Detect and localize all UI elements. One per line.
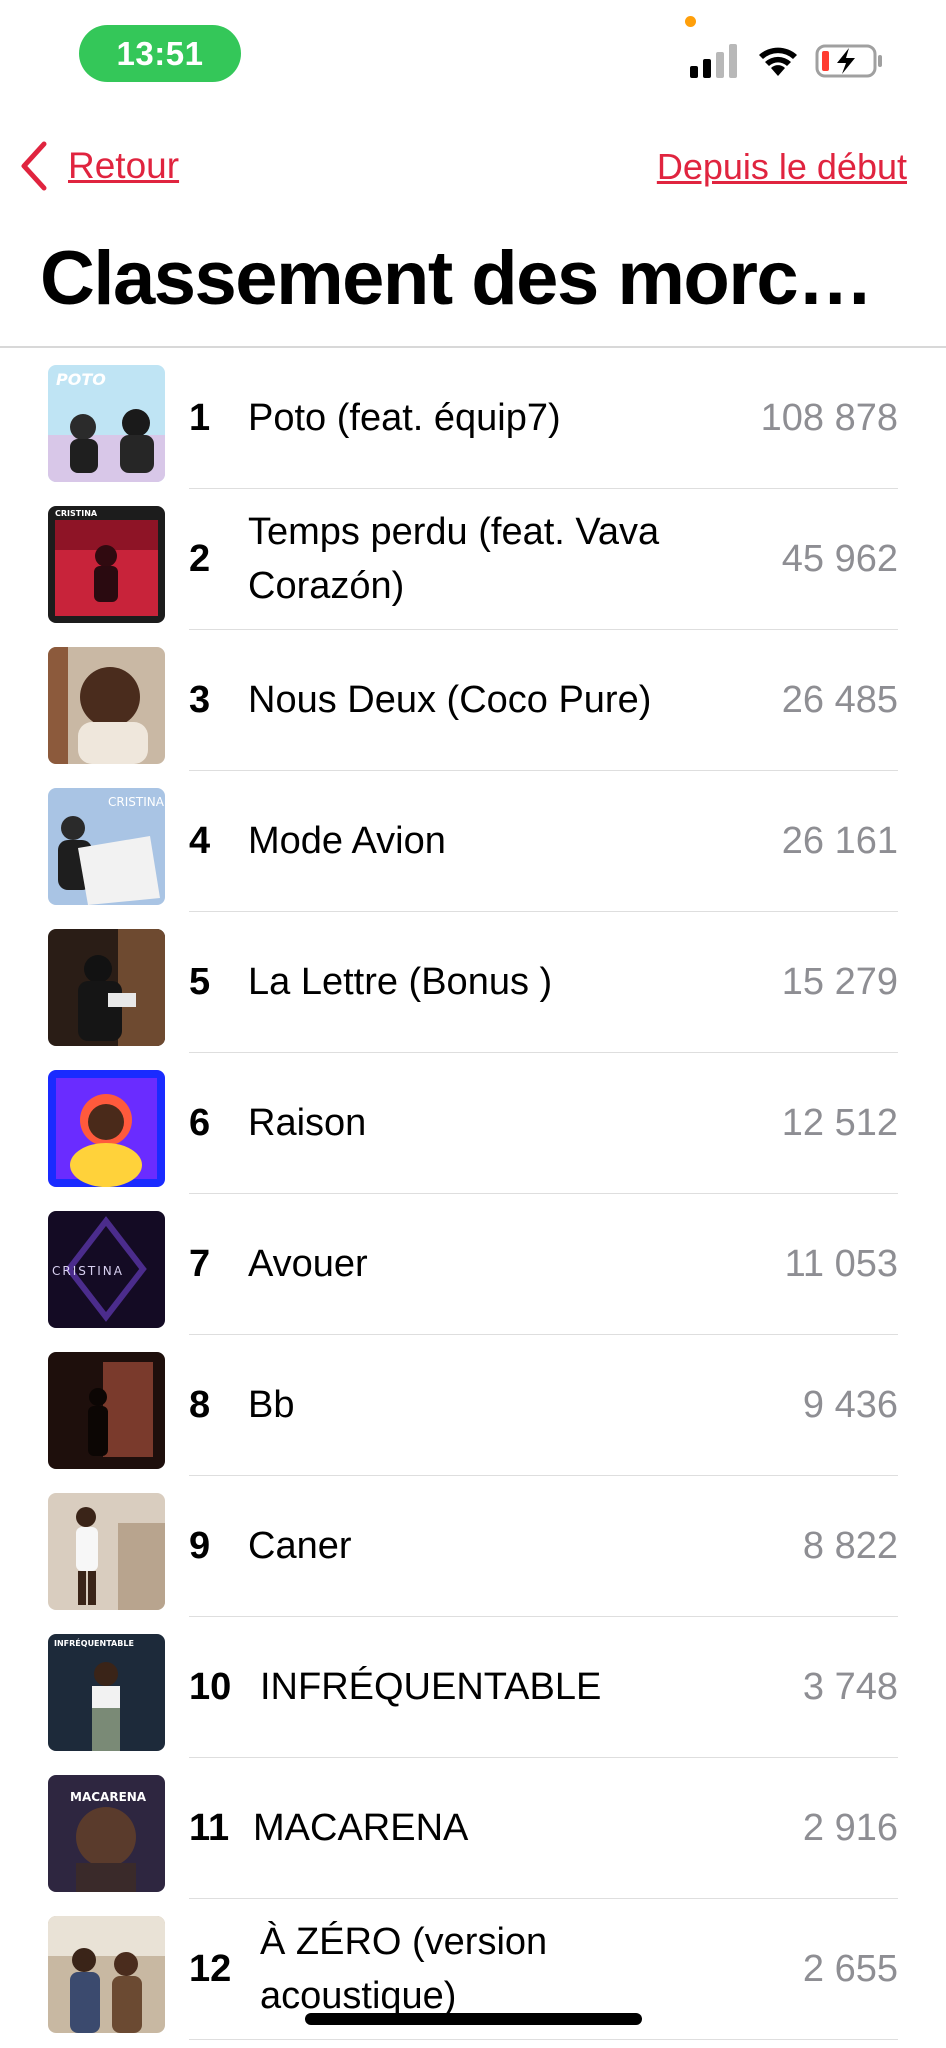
track-rank: 2 (189, 537, 211, 580)
chevron-left-icon (21, 141, 47, 191)
battery-charging-icon (815, 44, 882, 78)
track-title: INFRÉQUENTABLE (260, 1666, 602, 1708)
album-cover (48, 929, 165, 1046)
track-row[interactable]: INFRÉQUENTABLE 10 INFRÉQUENTABLE 3 748 (0, 1617, 946, 1758)
track-row[interactable]: 3 Nous Deux (Coco Pure) 26 485 (0, 630, 946, 771)
track-rank: 12 (189, 1947, 232, 1990)
track-rank: 7 (189, 1242, 211, 1285)
track-title: Poto (feat. équip7) (248, 397, 561, 439)
back-label: Retour (68, 145, 180, 186)
track-row[interactable]: CRISTINA 7 Avouer 11 053 (0, 1194, 946, 1335)
cover-text: CRISTINA (55, 509, 98, 518)
album-cover: CRISTINA (48, 1211, 165, 1328)
back-button[interactable]: Retour (18, 140, 179, 192)
album-cover (48, 1352, 165, 1469)
track-rank: 9 (189, 1524, 211, 1567)
track-title: Avouer (248, 1243, 368, 1285)
album-cover: CRISTINA (48, 788, 165, 905)
track-title: Nous Deux (Coco Pure) (248, 679, 652, 721)
track-rank: 5 (189, 960, 211, 1003)
track-row[interactable]: MACARENA 11 MACARENA 2 916 (0, 1758, 946, 1899)
play-count: 9 436 (802, 1383, 898, 1426)
time-range-link[interactable]: Depuis le début (657, 146, 907, 188)
album-cover (48, 647, 165, 764)
play-count: 26 161 (781, 819, 898, 862)
track-row[interactable]: CRISTINA 2 Temps perdu (feat. Vava Coraz… (0, 489, 946, 630)
album-cover (48, 1070, 165, 1187)
cover-text: MACARENA (70, 1790, 147, 1804)
track-rank: 3 (189, 678, 211, 721)
play-count: 3 748 (802, 1665, 898, 1708)
cover-text: POTO (56, 370, 106, 389)
track-title: Raison (248, 1102, 367, 1144)
track-row[interactable]: 5 La Lettre (Bonus ) 15 279 (0, 912, 946, 1053)
album-cover (48, 1916, 165, 2033)
privacy-indicator-dot (685, 16, 696, 27)
row-divider (189, 2038, 898, 2040)
screen: 13:51 Retour Depuis le début Classement … (0, 0, 946, 2048)
track-ranking-list: POTO 1 Poto (feat. équip7) 108 878 CRIST… (0, 348, 946, 2040)
track-rank: 11 (189, 1806, 230, 1849)
track-row[interactable]: CRISTINA 4 Mode Avion 26 161 (0, 771, 946, 912)
play-count: 11 053 (784, 1242, 898, 1285)
cover-text: CRISTINA (108, 795, 165, 809)
cover-text: CRISTINA (52, 1264, 124, 1278)
play-count: 45 962 (781, 537, 898, 580)
track-title: Caner (248, 1525, 352, 1567)
play-count: 26 485 (781, 678, 898, 721)
page-title: Classement des morceaux (40, 236, 910, 321)
play-count: 2 655 (802, 1947, 898, 1990)
track-title: Bb (248, 1384, 295, 1426)
status-time: 13:51 (79, 25, 241, 82)
track-row[interactable]: 8 Bb 9 436 (0, 1335, 946, 1476)
track-title: MACARENA (253, 1807, 469, 1849)
wifi-icon (759, 47, 797, 76)
album-cover: POTO (48, 365, 165, 482)
home-indicator[interactable] (305, 2013, 642, 2025)
album-cover: INFRÉQUENTABLE (48, 1634, 165, 1751)
track-rank: 8 (189, 1383, 211, 1426)
play-count: 12 512 (781, 1101, 898, 1144)
track-rank: 1 (189, 396, 211, 439)
album-cover: CRISTINA (48, 506, 165, 623)
play-count: 2 916 (802, 1806, 898, 1849)
play-count: 8 822 (802, 1524, 898, 1567)
track-title: Mode Avion (248, 820, 446, 862)
track-rank: 4 (189, 819, 211, 862)
cellular-signal-icon (690, 44, 737, 78)
track-rank: 10 (189, 1665, 232, 1708)
track-row[interactable]: 9 Caner 8 822 (0, 1476, 946, 1617)
track-row[interactable]: POTO 1 Poto (feat. équip7) 108 878 (0, 348, 946, 489)
album-cover (48, 1493, 165, 1610)
album-cover: MACARENA (48, 1775, 165, 1892)
track-rank: 6 (189, 1101, 211, 1144)
track-title: La Lettre (Bonus ) (248, 961, 553, 1003)
track-title: Temps perdu (feat. Vava Corazón) (248, 511, 660, 607)
play-count: 15 279 (781, 960, 898, 1003)
play-count: 108 878 (760, 396, 898, 439)
track-row[interactable]: 6 Raison 12 512 (0, 1053, 946, 1194)
cover-text: INFRÉQUENTABLE (54, 1637, 134, 1648)
